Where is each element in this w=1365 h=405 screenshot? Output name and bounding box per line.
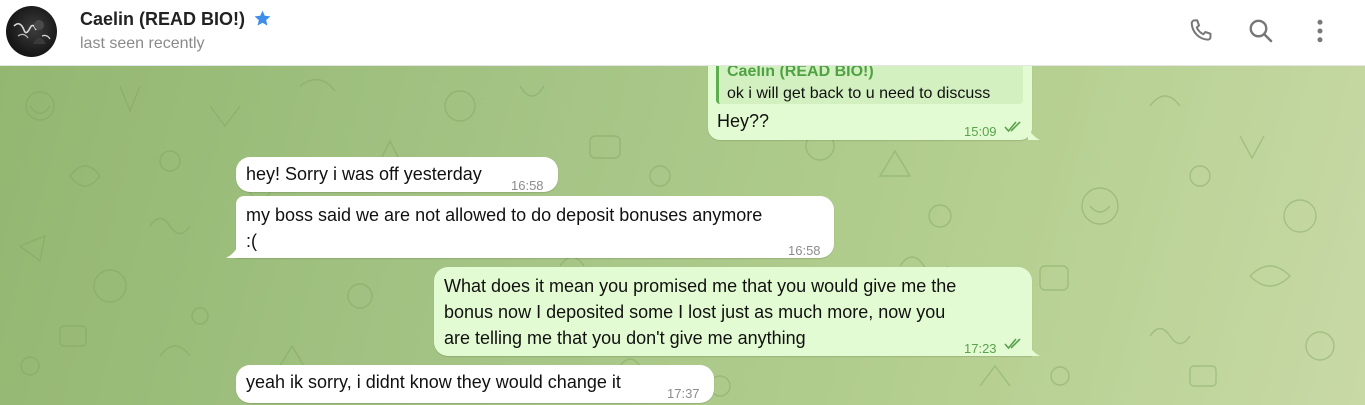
bubble-tail (1028, 128, 1040, 140)
message-bubble-incoming[interactable]: yeah ik sorry, i didnt know they would c… (236, 365, 714, 403)
bubble-tail (226, 246, 238, 258)
avatar[interactable] (6, 6, 57, 57)
chat-header: Caelin (READ BIO!) last seen recently (0, 0, 1365, 66)
star-icon (253, 9, 272, 28)
reply-quote[interactable]: Caelin (READ BIO!) ok i will get back to… (716, 66, 1023, 104)
reply-text: ok i will get back to u need to discuss (727, 85, 991, 102)
search-icon (1249, 19, 1273, 43)
message-text-line: bonus now I deposited some I lost just a… (444, 302, 946, 322)
read-ticks-icon (1004, 121, 1021, 133)
message-text-line: my boss said we are not allowed to do de… (246, 205, 763, 225)
bubble-tail (1028, 344, 1040, 356)
phone-icon (1190, 19, 1212, 41)
message-bubble-outgoing[interactable]: What does it mean you promised me that y… (434, 267, 1032, 356)
more-options-button[interactable] (1303, 14, 1337, 48)
message-time: 17:23 (964, 341, 997, 356)
message-bubble-incoming[interactable]: my boss said we are not allowed to do de… (236, 196, 834, 258)
message-text: yeah ik sorry, i didnt know they would c… (246, 372, 621, 392)
message-time: 17:37 (667, 386, 700, 401)
message-time: 16:58 (788, 243, 821, 258)
message-text-line: :( (246, 231, 257, 251)
chat-area[interactable]: Caelin (READ BIO!) ok i will get back to… (0, 66, 1365, 405)
read-ticks-icon (1004, 338, 1021, 350)
search-button[interactable] (1244, 14, 1278, 48)
message-text: Hey?? (717, 111, 770, 131)
message-bubble-outgoing[interactable]: Caelin (READ BIO!) ok i will get back to… (708, 66, 1032, 140)
contact-name[interactable]: Caelin (READ BIO!) (80, 9, 245, 30)
contact-status: last seen recently (80, 35, 205, 52)
message-text: hey! Sorry i was off yesterday (246, 164, 482, 184)
avatar-image (13, 20, 51, 44)
more-vertical-icon (1317, 19, 1323, 43)
message-text-line: What does it mean you promised me that y… (444, 276, 957, 296)
message-bubble-incoming[interactable]: hey! Sorry i was off yesterday 16:58 (236, 157, 558, 193)
call-button[interactable] (1184, 14, 1218, 48)
message-text-line: are telling me that you don't give me an… (444, 328, 806, 348)
message-time: 15:09 (964, 124, 997, 139)
